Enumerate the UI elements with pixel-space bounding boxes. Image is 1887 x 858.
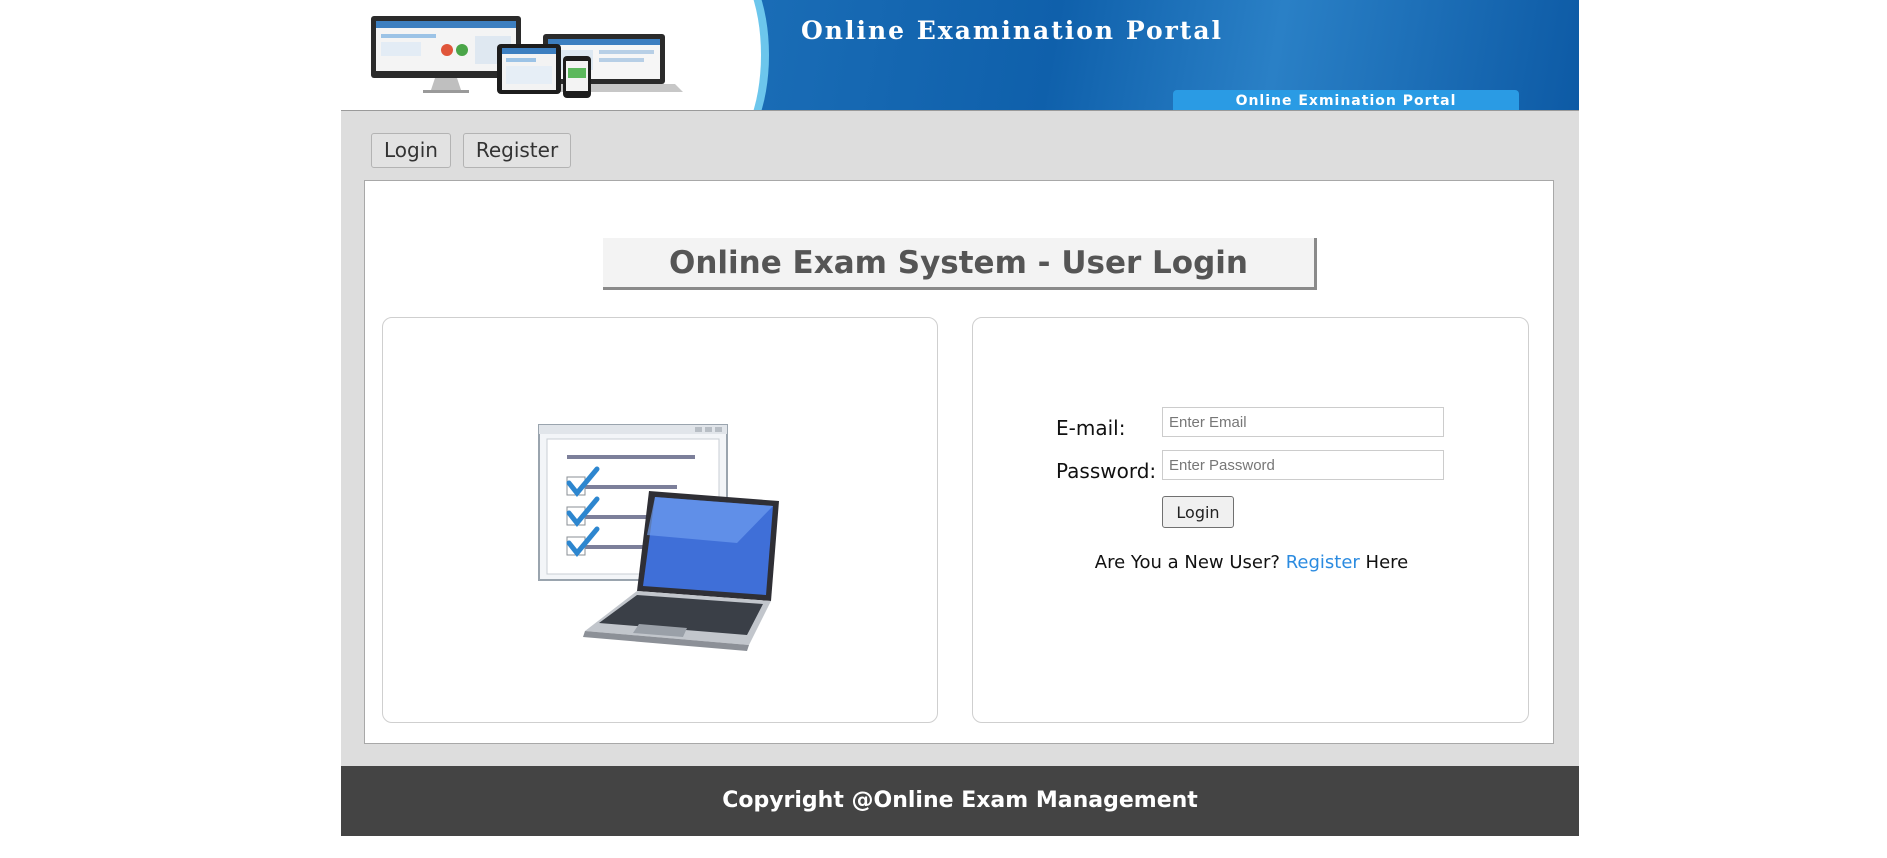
register-link[interactable]: Register	[1286, 552, 1360, 573]
devices-illustration-icon	[371, 16, 683, 98]
email-field[interactable]	[1162, 407, 1444, 437]
new-user-prefix: Are You a New User?	[1094, 552, 1280, 573]
password-field[interactable]	[1162, 450, 1444, 480]
illustration-panel	[382, 317, 938, 723]
nav-register-button[interactable]: Register	[463, 133, 571, 168]
header-banner: Online Examination Portal Online Exminat…	[341, 0, 1579, 111]
email-label: E-mail:	[1056, 416, 1126, 440]
password-label: Password:	[1056, 459, 1157, 483]
banner-tab: Online Exmination Portal	[1173, 90, 1519, 110]
banner-curve	[681, 0, 761, 110]
page-title: Online Exam System - User Login	[603, 238, 1317, 290]
footer: Copyright @Online Exam Management	[341, 766, 1579, 836]
login-form-panel: E-mail: Password: Login Are You a New Us…	[972, 317, 1529, 723]
page-container: Online Examination Portal Online Exminat…	[341, 0, 1579, 836]
banner-title: Online Examination Portal	[801, 16, 1224, 45]
new-user-prompt: Are You a New User? Register Here	[973, 552, 1530, 573]
nav-login-button[interactable]: Login	[371, 133, 451, 168]
login-submit-button[interactable]: Login	[1162, 496, 1234, 528]
main-content: Online Exam System - User Login E-mail: …	[364, 180, 1554, 744]
checklist-laptop-icon	[538, 424, 779, 651]
new-user-suffix: Here	[1365, 552, 1409, 573]
